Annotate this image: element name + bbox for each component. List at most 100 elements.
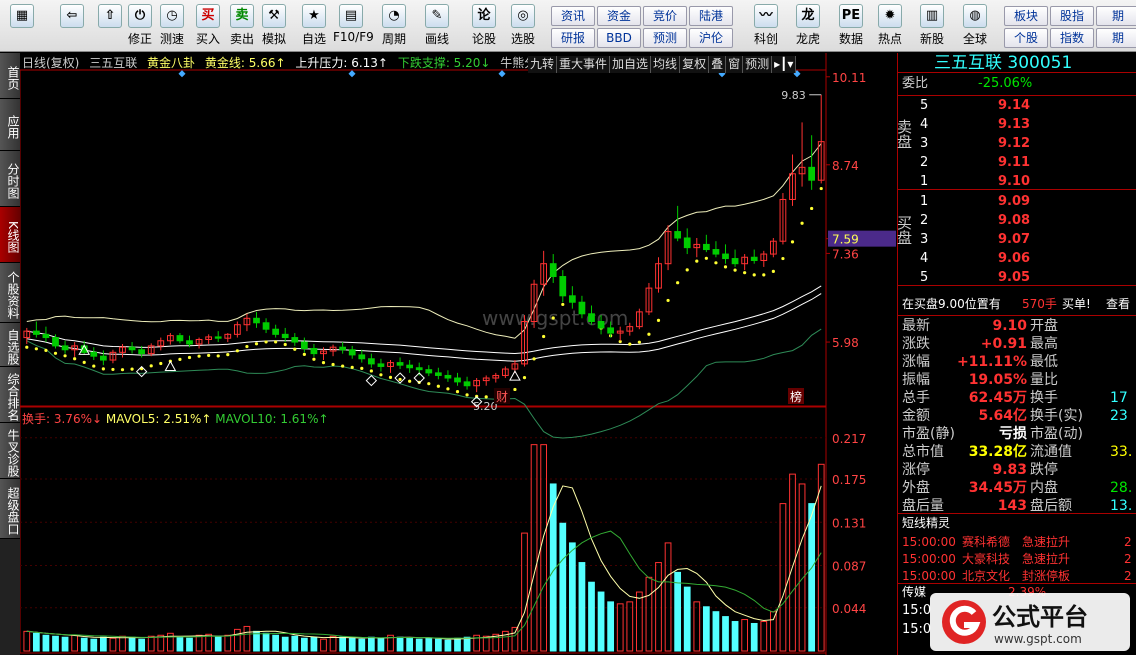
kline-button-5[interactable]: 叠 [709, 56, 727, 73]
quick-button-3-1[interactable]: 指数 [1050, 28, 1094, 48]
kline-button-7[interactable]: 预测 [743, 56, 773, 73]
event-marker[interactable] [178, 70, 186, 78]
kline-button-0[interactable]: 九转 [528, 56, 558, 73]
buy-level-row[interactable]: 2 9.08 [898, 212, 1136, 230]
quick-button-1-2[interactable]: 预测 [643, 28, 687, 48]
volume-bar[interactable] [406, 637, 414, 652]
toolbar-pencil-button[interactable]: ✎ 画线 [419, 4, 455, 48]
volume-bar[interactable] [626, 601, 634, 652]
kline-chart-area[interactable]: 10.11 8.74 7.59 7.36 5.98 0.217 0.175 0.131 0.08… [20, 53, 896, 655]
volume-bar[interactable] [616, 603, 624, 652]
volume-bar[interactable] [425, 637, 433, 652]
left-tab-4[interactable]: 个股资料 [0, 263, 20, 323]
notice-link[interactable]: 查看 [1106, 295, 1130, 313]
candle-body[interactable] [597, 321, 605, 329]
volume-bar[interactable] [233, 628, 241, 652]
candle-body[interactable] [339, 346, 347, 351]
volume-bar[interactable] [32, 632, 40, 652]
fin-marker[interactable]: 财 [496, 390, 508, 404]
candle-body[interactable] [310, 347, 318, 355]
toolbar-star-button[interactable]: ★ 自选 [296, 4, 332, 48]
candle-body[interactable] [568, 295, 576, 303]
volume-bar[interactable] [530, 444, 538, 652]
volume-bar[interactable] [434, 638, 442, 652]
stock-title[interactable]: 三五互联 300051 [898, 53, 1136, 73]
volume-bar[interactable] [367, 636, 375, 652]
candle-body[interactable] [549, 263, 557, 278]
quick-button-2-1[interactable]: 股指 [1050, 6, 1094, 26]
candle-body[interactable] [463, 381, 471, 387]
volume-bar[interactable] [482, 635, 490, 652]
sell-level-row[interactable]: 4 9.13 [898, 116, 1136, 134]
volume-bar[interactable] [138, 638, 146, 652]
left-tab-0[interactable]: 首页 [0, 53, 20, 99]
candle-body[interactable] [674, 231, 682, 239]
volume-bar[interactable] [42, 634, 50, 652]
candle-body[interactable] [444, 374, 452, 379]
kline-button-6[interactable]: 窗 [726, 56, 744, 73]
volume-bar[interactable] [702, 606, 710, 652]
left-tab-1[interactable]: 应用 [0, 99, 20, 151]
volume-bar[interactable] [147, 635, 155, 652]
quick-button-2-2[interactable]: 期 [1096, 6, 1136, 26]
buy-level-row[interactable]: 1 9.09 [898, 193, 1136, 211]
candle-body[interactable] [262, 322, 270, 330]
volume-bar[interactable] [683, 586, 691, 652]
volume-bar[interactable] [463, 636, 471, 652]
candle-body[interactable] [377, 363, 385, 367]
toolbar-pe-button[interactable]: PE 数据 [833, 4, 869, 48]
volume-bar[interactable] [61, 636, 69, 652]
toolbar-sell-button[interactable]: 卖卖出 [224, 4, 260, 48]
volume-bar[interactable] [128, 636, 136, 652]
volume-bar[interactable] [109, 637, 117, 652]
volume-bar[interactable] [195, 634, 203, 652]
candle-body[interactable] [253, 317, 260, 324]
buy-level-row[interactable]: 3 9.07 [898, 231, 1136, 249]
volume-bar[interactable] [176, 636, 184, 652]
volume-bar[interactable] [635, 591, 643, 652]
toolbar-dragon-button[interactable]: 龙龙虎 [790, 4, 826, 48]
candle-body[interactable] [186, 340, 193, 345]
quick-button-1-3[interactable]: 沪伦 [689, 28, 733, 48]
volume-bar[interactable] [119, 635, 126, 652]
volume-bar[interactable] [549, 483, 557, 652]
toolbar-chart-button[interactable]: 〰科创 [748, 4, 784, 48]
candle-body[interactable] [32, 330, 40, 335]
candle-body[interactable] [722, 253, 729, 260]
volume-bar[interactable] [722, 616, 729, 652]
volume-bar[interactable] [444, 639, 452, 652]
left-tab-2[interactable]: 分时图 [0, 151, 20, 207]
quick-button-0-3[interactable]: 陆港 [689, 6, 733, 26]
kline-more-icon[interactable]: ▸┃▾ [772, 56, 797, 73]
volume-bar[interactable] [281, 636, 289, 652]
candle-body[interactable] [176, 335, 184, 342]
kline-button-4[interactable]: 复权 [680, 56, 710, 73]
volume-bar[interactable] [578, 562, 586, 652]
notice-row[interactable]: 在买盘9.00位置有 570手 买单! 查看 [898, 295, 1136, 313]
quick-button-2-0[interactable]: 板块 [1004, 6, 1048, 26]
volume-bar[interactable] [521, 532, 528, 652]
volume-bar[interactable] [396, 636, 404, 652]
toolbar-period-button[interactable]: ◔ 周期 [376, 4, 412, 48]
candle-body[interactable] [61, 345, 69, 351]
volume-bar[interactable] [750, 622, 758, 652]
left-tab-8[interactable]: 超级盘口 [0, 479, 20, 539]
candle-body[interactable] [454, 377, 461, 383]
volume-bar[interactable] [454, 637, 461, 652]
toolbar-new-stock-button[interactable]: ▥ 新股 [914, 4, 950, 48]
volume-bar[interactable] [243, 625, 251, 652]
toolbar-discuss-button[interactable]: 论论股 [466, 4, 502, 48]
short-line-item[interactable]: 15:00:00 大豪科技 急速拉升 2 [898, 550, 1136, 568]
volume-bar[interactable] [511, 626, 519, 652]
volume-bar[interactable] [23, 630, 31, 652]
candle-body[interactable] [808, 166, 816, 181]
toolbar-f10-button[interactable]: ▤ F10/F9 [333, 4, 374, 48]
toolbar-hot-button[interactable]: ✹ 热点 [872, 4, 908, 48]
candle-body[interactable] [348, 349, 356, 356]
sell-level-row[interactable]: 2 9.11 [898, 154, 1136, 172]
candle-body[interactable] [358, 354, 366, 360]
volume-bar[interactable] [769, 611, 777, 652]
volume-bar[interactable] [71, 634, 79, 652]
volume-bar[interactable] [798, 483, 806, 652]
volume-bar[interactable] [348, 637, 356, 652]
